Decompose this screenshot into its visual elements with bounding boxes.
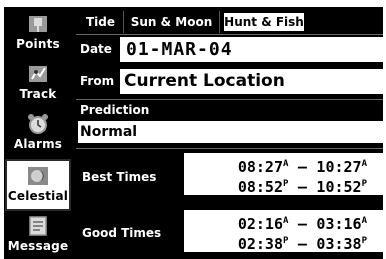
prediction-label: Prediction xyxy=(80,103,150,117)
range-dash: – xyxy=(297,178,307,196)
gps-device-screen: Points Track Alarms Celestial Message Ti… xyxy=(0,0,386,259)
divider xyxy=(76,99,383,100)
sidebar-item-message[interactable]: Message xyxy=(7,211,69,259)
track-icon xyxy=(29,66,47,82)
sidebar-item-celestial[interactable]: Celestial xyxy=(5,159,71,211)
end-time: 03:38 xyxy=(316,235,362,253)
alarm-clock-icon xyxy=(28,114,48,134)
sidebar-item-label: Alarms xyxy=(13,137,63,151)
good-times-box: 02:16A –03:16A 02:38P –03:38P xyxy=(184,210,383,253)
date-label: Date xyxy=(80,42,112,56)
divider xyxy=(76,148,383,149)
sidebar-item-label: Points xyxy=(16,37,60,51)
sidebar-item-label: Celestial xyxy=(7,189,69,203)
celestial-panel: Tide Sun & Moon Hunt & Fish Date 01-MAR-… xyxy=(76,7,383,259)
ampm-indicator: P xyxy=(361,179,367,189)
from-label: From xyxy=(80,74,115,88)
sidebar: Points Track Alarms Celestial Message xyxy=(4,7,72,259)
best-times-label: Best Times xyxy=(82,170,157,184)
main-screen: Points Track Alarms Celestial Message Ti… xyxy=(4,7,383,259)
end-time: 10:52 xyxy=(316,178,362,196)
tab-bar: Tide Sun & Moon Hunt & Fish xyxy=(76,11,383,33)
tab-hunt-fish[interactable]: Hunt & Fish xyxy=(222,11,306,33)
ampm-indicator: A xyxy=(361,159,367,169)
start-time: 08:52 xyxy=(237,178,283,196)
message-icon xyxy=(29,216,47,236)
sidebar-item-track[interactable]: Track xyxy=(7,59,69,107)
sidebar-item-points[interactable]: Points xyxy=(7,9,69,57)
prediction-field[interactable]: Normal xyxy=(78,121,383,143)
celestial-icon xyxy=(28,167,48,185)
good-times-label: Good Times xyxy=(82,226,162,240)
points-icon xyxy=(29,16,47,32)
best-time-row-2: 08:52P –10:52P xyxy=(237,174,367,196)
sidebar-item-label: Track xyxy=(19,87,57,101)
best-time-row-1: 08:27A –10:27A xyxy=(238,154,367,176)
sidebar-item-alarms[interactable]: Alarms xyxy=(7,109,69,157)
ampm-indicator: P xyxy=(361,236,367,246)
tab-sun-moon[interactable]: Sun & Moon xyxy=(124,11,220,33)
best-times-box: 08:27A –10:27A 08:52P –10:52P xyxy=(184,153,383,196)
divider xyxy=(76,34,383,35)
from-location-field[interactable]: Current Location xyxy=(120,69,383,94)
ampm-indicator: A xyxy=(361,216,367,226)
start-time: 02:38 xyxy=(237,235,283,253)
tab-tide[interactable]: Tide xyxy=(78,11,124,33)
range-dash: – xyxy=(297,235,307,253)
good-time-row-1: 02:16A –03:16A xyxy=(238,211,367,233)
good-time-row-2: 02:38P –03:38P xyxy=(237,231,367,253)
date-field[interactable]: 01-MAR-04 xyxy=(120,37,383,62)
sidebar-item-label: Message xyxy=(7,239,69,253)
